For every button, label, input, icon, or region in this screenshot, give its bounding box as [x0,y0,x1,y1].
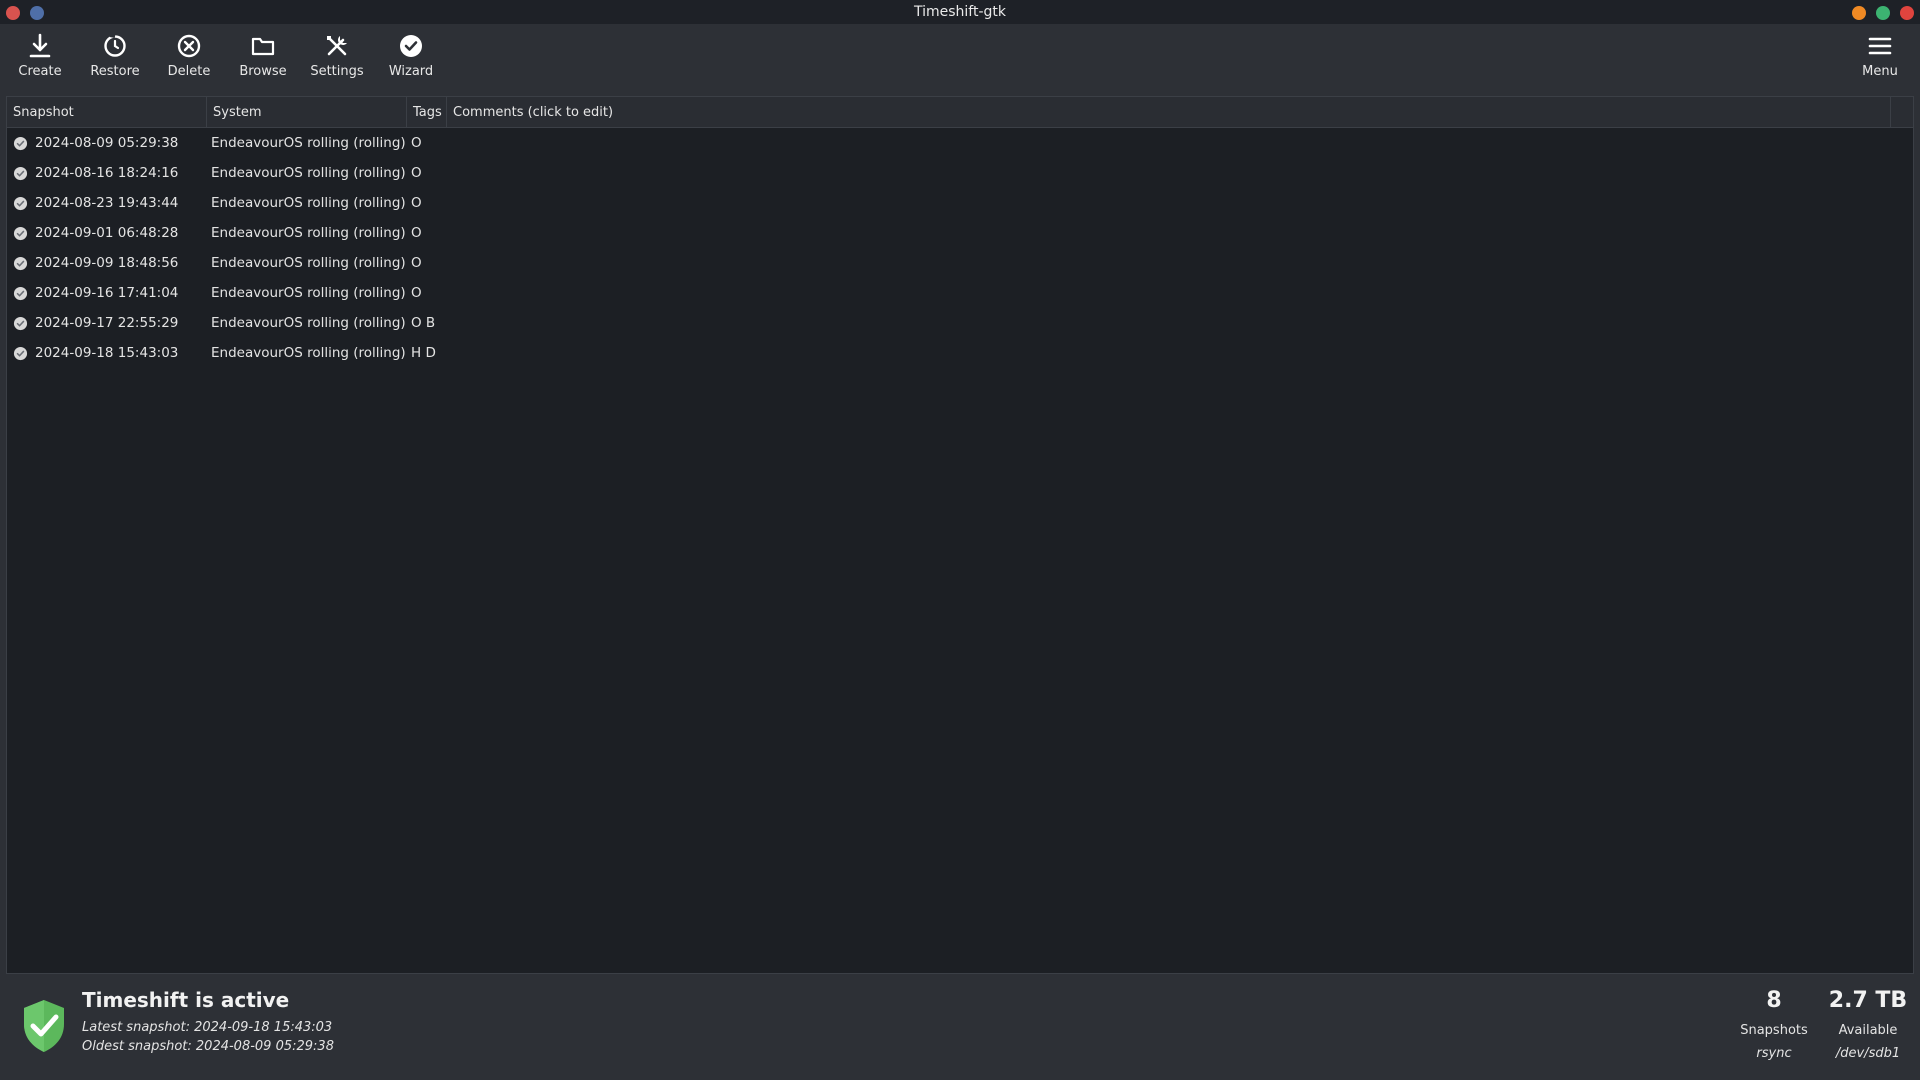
snapshot-status-icon [13,316,28,330]
snapshot-status-icon [13,166,28,180]
snapshot-status-icon [13,226,28,240]
snapshot-cell: 2024-09-09 18:48:56 [7,255,207,271]
snapshot-cell: 2024-09-17 22:55:29 [7,315,207,331]
snapshot-status-icon [13,256,28,270]
column-header-spacer [1891,97,1913,127]
table-row[interactable]: 2024-09-01 06:48:28 EndeavourOS rolling (… [7,218,1913,248]
table-row[interactable]: 2024-09-18 15:43:03 EndeavourOS rolling (… [7,338,1913,368]
backup-device: /dev/sdb1 [1835,1046,1901,1061]
create-button[interactable]: Create [5,32,75,88]
create-label: Create [18,64,62,79]
snapshot-date: 2024-08-09 05:29:38 [35,135,179,151]
settings-button[interactable]: Settings [302,32,372,88]
delete-button[interactable]: Delete [154,32,224,88]
table-body: 2024-08-09 05:29:38 EndeavourOS rolling (… [7,128,1913,368]
tools-icon [327,36,347,56]
hamburger-menu-icon [1868,37,1892,55]
clock-restore-icon [104,34,126,57]
system-cell: EndeavourOS rolling (rolling) [211,195,406,211]
tags-cell: O [411,195,422,211]
column-header-comments[interactable]: Comments (click to edit) [447,97,1891,127]
oldest-snapshot-text: Oldest snapshot: 2024-08-09 05:29:38 [82,1039,334,1054]
window-title: Timeshift-gtk [913,4,1007,20]
snapshot-status-icon [13,196,28,210]
status-title: Timeshift is active [82,988,290,1012]
snapshot-status-icon [13,136,28,150]
table-row[interactable]: 2024-09-09 18:48:56 EndeavourOS rolling (… [7,248,1913,278]
minimize-button[interactable] [1852,6,1866,20]
tags-cell: O [411,165,422,181]
system-cell: EndeavourOS rolling (rolling) [211,225,406,241]
wizard-label: Wizard [388,64,434,79]
settings-label: Settings [310,64,364,79]
tags-cell: O [411,285,422,301]
snapshot-cell: 2024-08-23 19:43:44 [7,195,207,211]
table-header: Snapshot System Tags Comments (click to … [7,97,1913,128]
system-cell: EndeavourOS rolling (rolling) [211,135,406,151]
snapshot-cell: 2024-09-18 15:43:03 [7,345,207,361]
snapshots-label: Snapshots [1740,1023,1808,1038]
download-icon [29,33,51,58]
snapshot-date: 2024-09-16 17:41:04 [35,285,179,301]
system-cell: EndeavourOS rolling (rolling) [211,345,406,361]
restore-label: Restore [90,64,140,79]
tags-cell: O [411,225,422,241]
browse-label: Browse [239,64,287,79]
tags-cell: O [411,255,422,271]
snapshot-cell: 2024-09-16 17:41:04 [7,285,207,301]
table-row[interactable]: 2024-09-16 17:41:04 EndeavourOS rolling (… [7,278,1913,308]
snapshot-date: 2024-08-16 18:24:16 [35,165,179,181]
snapshot-status-icon [13,286,28,300]
close-button[interactable] [1900,6,1914,20]
menu-label: Menu [1862,64,1898,79]
system-cell: EndeavourOS rolling (rolling) [211,285,406,301]
shield-check-icon [24,1000,64,1052]
column-header-snapshot[interactable]: Snapshot [7,97,207,127]
snapshots-stat: 8 Snapshots rsync [1724,988,1824,1061]
maximize-button[interactable] [1876,6,1890,20]
delete-label: Delete [167,64,211,79]
column-header-tags[interactable]: Tags [407,97,447,127]
latest-snapshot-text: Latest snapshot: 2024-09-18 15:43:03 [82,1020,333,1035]
toolbar: Create Restore Delete Browse Settings Wi… [0,24,1920,94]
status-panel: Timeshift is active Latest snapshot: 202… [0,976,1920,1080]
available-stat: 2.7 TB Available /dev/sdb1 [1818,988,1918,1061]
available-label: Available [1838,1023,1898,1038]
system-cell: EndeavourOS rolling (rolling) [211,255,406,271]
snapshot-status-icon [13,346,28,360]
table-row[interactable]: 2024-09-17 22:55:29 EndeavourOS rolling (… [7,308,1913,338]
delete-circle-icon [177,34,201,58]
table-row[interactable]: 2024-08-09 05:29:38 EndeavourOS rolling (… [7,128,1913,158]
snapshot-date: 2024-09-01 06:48:28 [35,225,179,241]
tags-cell: H D [411,345,436,361]
system-cell: EndeavourOS rolling (rolling) [211,315,406,331]
snapshot-date: 2024-09-17 22:55:29 [35,315,179,331]
snapshot-table[interactable]: Snapshot System Tags Comments (click to … [6,96,1914,974]
check-circle-icon [400,35,422,57]
tags-cell: O B [411,315,436,331]
snapshot-cell: 2024-09-01 06:48:28 [7,225,207,241]
table-row[interactable]: 2024-08-23 19:43:44 EndeavourOS rolling (… [7,188,1913,218]
folder-icon [251,37,275,56]
close-left-icon[interactable] [6,6,20,20]
snapshot-mode: rsync [1756,1046,1792,1061]
title-bar: Timeshift-gtk [0,0,1920,24]
tags-cell: O [411,135,422,151]
restore-button[interactable]: Restore [80,32,150,88]
table-row[interactable]: 2024-08-16 18:24:16 EndeavourOS rolling (… [7,158,1913,188]
snapshot-cell: 2024-08-09 05:29:38 [7,135,207,151]
snapshot-cell: 2024-08-16 18:24:16 [7,165,207,181]
system-cell: EndeavourOS rolling (rolling) [211,165,406,181]
pin-icon[interactable] [30,6,44,20]
snapshot-date: 2024-09-18 15:43:03 [35,345,179,361]
available-size: 2.7 TB [1828,988,1908,1013]
menu-button[interactable]: Menu [1845,32,1915,88]
browse-button[interactable]: Browse [228,32,298,88]
snapshot-date: 2024-08-23 19:43:44 [35,195,179,211]
wizard-button[interactable]: Wizard [376,32,446,88]
snapshots-count: 8 [1766,988,1782,1013]
column-header-system[interactable]: System [207,97,407,127]
snapshot-date: 2024-09-09 18:48:56 [35,255,179,271]
